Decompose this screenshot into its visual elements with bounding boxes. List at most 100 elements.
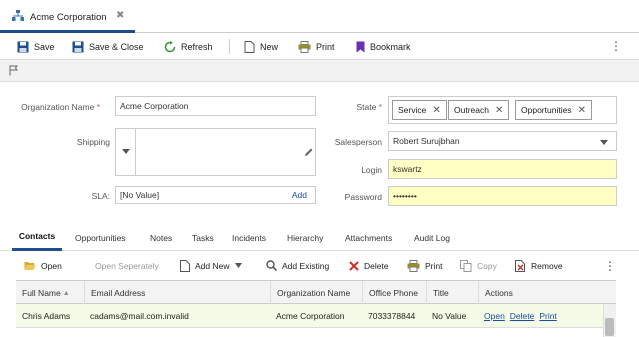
chevron-down-icon xyxy=(234,263,242,268)
grid-open-label: Open xyxy=(41,260,62,271)
shipping-dropdown[interactable] xyxy=(116,129,136,175)
sort-icon: ▲ xyxy=(62,289,70,297)
grid-add-existing-button[interactable]: Add Existing xyxy=(266,251,329,280)
shipping-label: Shipping xyxy=(76,137,110,147)
grid-print-button[interactable]: Print xyxy=(407,251,442,280)
remove-icon[interactable]: ✕ xyxy=(495,105,503,116)
login-label: Login xyxy=(361,165,382,175)
column-header-office-phone[interactable]: Office Phone xyxy=(362,281,426,305)
grid-remove-button[interactable]: Remove xyxy=(515,251,563,280)
flag-icon[interactable] xyxy=(9,65,19,76)
grid-copy-label: Copy xyxy=(477,260,497,271)
row-print-link[interactable]: Print xyxy=(539,311,556,321)
tab-incidents[interactable]: Incidents xyxy=(232,224,266,251)
related-tabs: Contacts Opportunities Notes Tasks Incid… xyxy=(0,224,639,251)
org-name-input[interactable]: Acme Corporation xyxy=(115,96,316,116)
column-header-actions: Actions xyxy=(478,281,616,305)
tab-opportunities[interactable]: Opportunities xyxy=(75,224,126,251)
refresh-icon xyxy=(164,40,176,52)
grid-copy-button[interactable]: Copy xyxy=(460,251,497,280)
grid-delete-label: Delete xyxy=(364,260,389,271)
column-header-email[interactable]: Email Address xyxy=(84,281,270,305)
scrollbar-thumb[interactable] xyxy=(605,318,614,336)
state-pill: Service ✕ xyxy=(392,100,447,120)
new-document-icon xyxy=(180,259,190,272)
bookmark-button-label: Bookmark xyxy=(370,41,411,52)
remove-icon[interactable]: ✕ xyxy=(432,105,440,116)
sla-label: SLA: xyxy=(91,191,110,201)
table-row-partial xyxy=(16,328,603,337)
tab-hierarchy[interactable]: Hierarchy xyxy=(287,224,323,251)
grid-open-separately-button[interactable]: Open Seperately xyxy=(95,251,159,280)
close-tab-icon[interactable]: ✖ xyxy=(116,10,124,21)
search-icon xyxy=(266,260,277,271)
tab-audit-log[interactable]: Audit Log xyxy=(414,224,450,251)
more-options-icon[interactable]: ⋮ xyxy=(610,40,622,52)
column-header-organization[interactable]: Organization Name xyxy=(270,281,362,305)
record-toolbar: Save Save & Close Refresh New Print Book… xyxy=(0,33,639,60)
bookmark-button[interactable]: Bookmark xyxy=(356,33,411,60)
state-pill: Opportunities ✕ xyxy=(515,100,592,120)
grid-more-options-icon[interactable]: ⋮ xyxy=(604,260,616,272)
folder-open-icon xyxy=(24,261,36,270)
org-name-label: Organization Name * xyxy=(21,102,100,112)
grid-toolbar: Open Open Seperately Add New Add Existin… xyxy=(0,251,639,280)
print-button-label: Print xyxy=(316,41,335,52)
chevron-down-icon xyxy=(600,140,608,145)
grid-add-existing-label: Add Existing xyxy=(282,260,330,271)
printer-icon xyxy=(298,40,311,53)
row-delete-link[interactable]: Delete xyxy=(510,311,535,321)
cell-organization: Acme Corporation xyxy=(276,311,345,321)
password-label: Password xyxy=(344,192,382,202)
grid-delete-button[interactable]: Delete xyxy=(349,251,389,280)
login-input[interactable]: kswartz xyxy=(388,159,617,179)
grid-add-new-label: Add New xyxy=(195,260,230,271)
sla-add-link[interactable]: Add xyxy=(292,190,307,200)
grid-remove-label: Remove xyxy=(531,260,563,271)
sla-field: [No Value] Add xyxy=(115,186,316,204)
tab-notes[interactable]: Notes xyxy=(150,224,172,251)
state-label: State * xyxy=(356,102,382,112)
remove-document-icon xyxy=(515,259,525,272)
remove-icon[interactable]: ✕ xyxy=(578,105,586,116)
grid-add-new-button[interactable]: Add New xyxy=(180,251,242,280)
toolbar-divider xyxy=(229,39,230,54)
state-pill: Outreach ✕ xyxy=(448,100,510,120)
tab-tasks[interactable]: Tasks xyxy=(192,224,214,251)
save-button[interactable]: Save xyxy=(17,33,55,60)
refresh-button[interactable]: Refresh xyxy=(164,33,213,60)
grid-print-label: Print xyxy=(425,260,443,271)
delete-x-icon xyxy=(349,260,359,271)
shipping-address-input[interactable] xyxy=(115,128,316,176)
pencil-icon[interactable] xyxy=(304,147,314,157)
bookmark-icon xyxy=(356,41,365,52)
chevron-down-icon xyxy=(122,149,130,154)
print-button[interactable]: Print xyxy=(298,33,335,60)
table-row[interactable]: Chris Adams cadams@mail.com.invalid Acme… xyxy=(16,304,603,328)
new-button[interactable]: New xyxy=(244,33,278,60)
column-header-title[interactable]: Title xyxy=(426,281,478,305)
save-close-icon xyxy=(72,41,84,52)
save-close-button[interactable]: Save & Close xyxy=(72,33,144,60)
tab-attachments[interactable]: Attachments xyxy=(345,224,392,251)
sla-value: [No Value] xyxy=(120,190,160,200)
cell-title: No Value xyxy=(432,311,467,321)
column-header-full-name[interactable]: Full Name ▲ xyxy=(16,281,84,305)
contacts-table-header: Full Name ▲ Email Address Organization Na… xyxy=(16,280,616,305)
row-open-link[interactable]: Open xyxy=(484,311,505,321)
save-icon xyxy=(17,41,29,52)
refresh-button-label: Refresh xyxy=(181,41,213,52)
grid-open-button[interactable]: Open xyxy=(24,251,62,280)
copy-icon xyxy=(460,259,472,272)
cell-email: cadams@mail.com.invalid xyxy=(90,311,189,321)
save-button-label: Save xyxy=(34,41,55,52)
password-input[interactable]: •••••••• xyxy=(388,186,617,206)
salesperson-label: Salesperson xyxy=(334,137,382,147)
printer-icon xyxy=(407,259,420,272)
tab-contacts[interactable]: Contacts xyxy=(12,224,62,251)
organization-icon xyxy=(12,10,24,21)
new-document-icon xyxy=(244,40,255,53)
salesperson-select[interactable]: Robert Surujbhan xyxy=(388,131,617,151)
cell-office-phone: 7033378844 xyxy=(368,311,416,321)
cell-full-name: Chris Adams xyxy=(22,311,71,321)
